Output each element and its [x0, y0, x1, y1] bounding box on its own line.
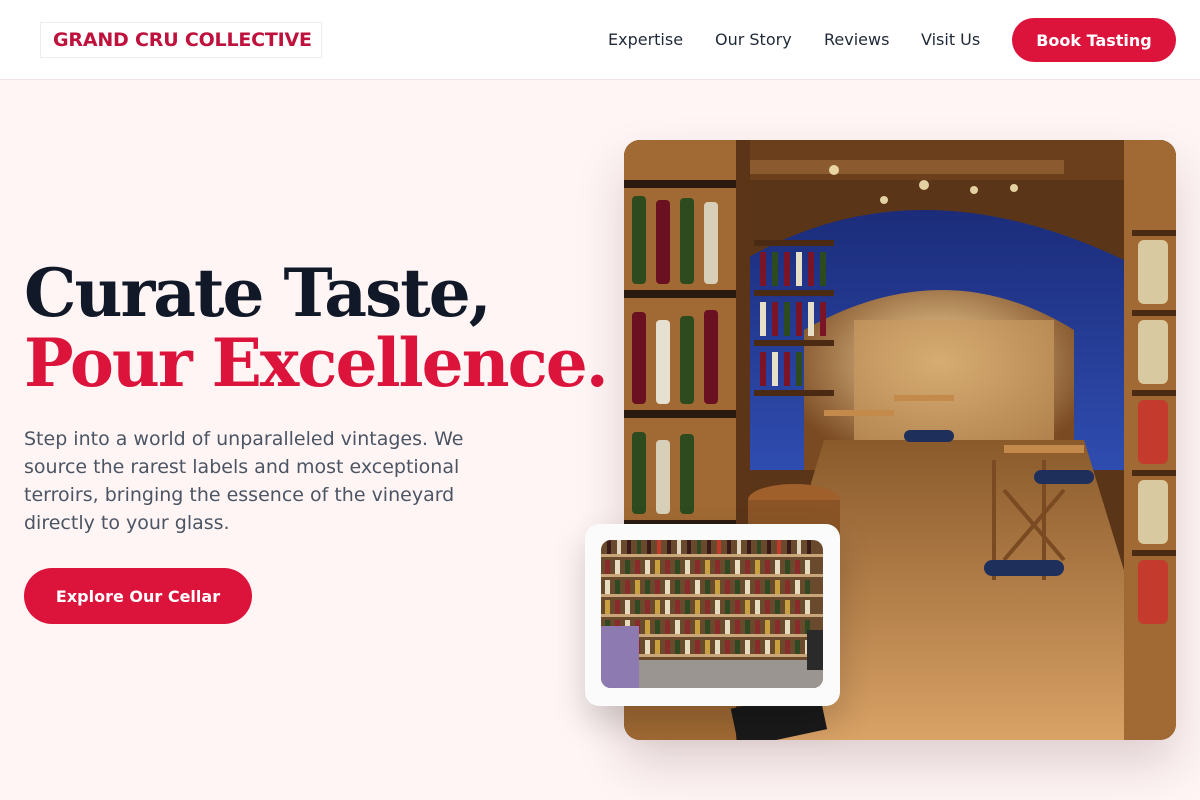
hero-description: Step into a world of unparalleled vintag… — [24, 428, 464, 534]
wine-shelves-photo — [601, 540, 823, 688]
brand-logo[interactable]: GRAND CRU COLLECTIVE — [40, 22, 322, 58]
explore-cellar-button[interactable]: Explore Our Cellar — [24, 568, 252, 624]
headline-line-2: Pour Excellence. — [24, 324, 609, 402]
book-tasting-button[interactable]: Book Tasting — [1012, 18, 1176, 62]
nav-link-expertise[interactable]: Expertise — [608, 30, 683, 49]
site-header: GRAND CRU COLLECTIVE Expertise Our Story… — [0, 0, 1200, 80]
cellar-thumbnail-card — [585, 524, 840, 706]
nav-link-visit-us[interactable]: Visit Us — [921, 30, 980, 49]
nav-link-our-story[interactable]: Our Story — [715, 30, 792, 49]
nav-link-reviews[interactable]: Reviews — [824, 30, 889, 49]
headline-line-1: Curate Taste, — [24, 254, 492, 332]
